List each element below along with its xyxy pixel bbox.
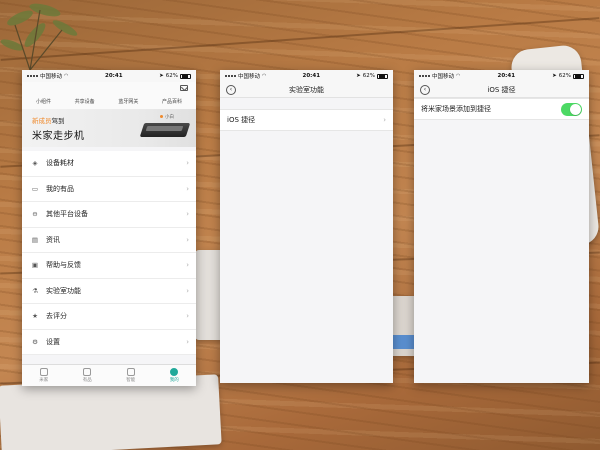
profile-tab-icon [170,368,179,376]
carrier-label: 中国移动 [238,74,261,80]
menu-item-consumables[interactable]: ◈ 设备耗材 › [22,151,196,177]
menu-item-my-youpin[interactable]: ▭ 我的有品 › [22,177,196,202]
signal-icon [419,75,430,77]
chevron-right-icon: › [186,261,189,269]
quick-entry-shared-devices[interactable]: 共享设备 [75,98,95,105]
wifi-icon: ◠ [456,73,461,79]
gear-icon: ⚙ [32,337,38,346]
status-time: 20:41 [105,73,123,79]
promo-banner[interactable]: 新成员驾到 米家走步机 小白 [22,109,196,147]
carrier-label: 中国移动 [432,74,455,80]
add-to-shortcuts-toggle[interactable] [561,103,582,116]
menu-item-label: 去评分 [46,312,67,321]
row-label: 将米家场景添加到捷径 [421,105,491,113]
carrier-label: 中国移动 [40,74,63,80]
chevron-right-icon: › [186,210,189,218]
signal-icon [27,75,38,77]
battery-icon [180,73,191,79]
tab-profile[interactable]: 我的 [170,368,179,383]
menu-item-lab-features[interactable]: ⚗ 实验室功能 › [22,279,196,304]
chevron-right-icon: › [186,159,189,167]
quick-entry-product-wiki[interactable]: 产品百科 [162,98,182,105]
star-icon: ★ [32,312,38,321]
menu-item-label: 其他平台设备 [46,210,88,219]
chevron-right-icon: › [186,184,189,193]
location-icon: ➤ [159,73,164,79]
menu-item-label: 实验室功能 [46,286,81,295]
status-bar: 中国移动 ◠ 20:41 ➤ 62% [414,70,589,82]
tab-smart[interactable]: 智能 [126,368,135,383]
page-title: iOS 捷径 [487,85,516,94]
menu-item-label: 资讯 [46,235,60,244]
menu-item-settings[interactable]: ⚙ 设置 › [22,330,196,355]
bottom-tab-bar: 米家 有品 智能 我的 [22,364,196,386]
status-bar: 中国移动 ◠ 20:41 ➤ 62% [22,70,196,82]
menu-item-label: 设备耗材 [46,159,74,168]
chevron-right-icon: › [186,312,189,320]
add-scene-to-shortcuts-row: 将米家场景添加到捷径 [414,98,589,120]
chevron-right-icon: › [383,116,386,124]
location-icon: ➤ [356,73,361,79]
banner-subtitle-rest: 驾到 [51,117,65,125]
back-icon[interactable]: ‹ [226,85,236,95]
chevron-right-icon: › [186,286,189,295]
banner-highlight: 新成员 [32,117,52,125]
signal-icon [225,75,236,77]
back-icon[interactable]: ‹ [420,85,430,95]
lab-icon: ⚗ [32,286,38,295]
chevron-right-icon: › [186,337,189,346]
tab-label: 我的 [169,378,179,383]
tab-label: 智能 [126,378,136,383]
status-bar: 中国移动 ◠ 20:41 ➤ 62% [220,70,393,82]
menu-item-rate[interactable]: ★ 去评分 › [22,304,196,330]
page-title: 实验室功能 [289,85,324,94]
shop-tab-icon [83,368,92,376]
treadmill-image [139,123,191,137]
quick-entry-bluetooth-gateway[interactable]: 蓝牙网关 [118,98,138,105]
status-time: 20:41 [302,73,321,79]
mail-icon[interactable] [180,85,188,91]
navigation-bar: ‹ iOS 捷径 [414,82,589,98]
navigation-bar: ‹ 实验室功能 [220,82,393,98]
shopping-bag-icon: ▭ [31,184,39,193]
row-label: iOS 捷径 [227,116,256,124]
tab-label: 有品 [82,378,92,383]
menu-item-label: 我的有品 [46,184,74,193]
battery-icon [377,73,388,79]
box-icon: ◈ [32,159,38,168]
profile-header [22,82,196,96]
home-tab-icon [39,368,48,376]
wifi-icon: ◠ [64,73,69,79]
status-time: 20:41 [497,73,516,79]
phone-screen-ios-shortcuts: 中国移动 ◠ 20:41 ➤ 62% ‹ iOS 捷径 将米家场景添加到捷径 [414,70,589,383]
battery-percent: 62% [362,73,375,79]
menu-item-other-platform-devices[interactable]: ⊖ 其他平台设备 › [22,202,196,228]
tab-youpin[interactable]: 有品 [83,368,92,383]
tab-label: 米家 [39,378,49,383]
menu-item-label: 帮助与反馈 [46,261,81,270]
platform-icon: ⊖ [32,210,38,219]
profile-menu: ◈ 设备耗材 › ▭ 我的有品 › ⊖ 其他平台设备 › ▤ 资讯 › ▣ 帮助… [22,151,196,355]
battery-percent: 62% [558,73,571,79]
quick-entry-row: 小组件 共享设备 蓝牙网关 产品百科 [22,96,196,109]
menu-item-news[interactable]: ▤ 资讯 › [22,228,196,253]
quick-entry-widgets[interactable]: 小组件 [36,98,51,105]
chevron-right-icon: › [186,235,189,244]
plant-decoration [0,3,78,70]
help-icon: ▣ [31,261,39,270]
menu-item-label: 设置 [46,337,60,346]
phone-screen-lab-features: 中国移动 ◠ 20:41 ➤ 62% ‹ 实验室功能 iOS 捷径 › [220,70,393,383]
wifi-icon: ◠ [262,73,267,79]
battery-icon [573,73,584,79]
news-icon: ▤ [31,235,39,244]
ios-shortcuts-row[interactable]: iOS 捷径 › [220,109,393,131]
menu-item-help-feedback[interactable]: ▣ 帮助与反馈 › [22,253,196,279]
battery-percent: 62% [165,73,178,79]
phone-screen-profile: 中国移动 ◠ 20:41 ➤ 62% 小组件 共享设备 蓝牙网关 产品百科 新成… [22,70,196,386]
location-icon: ➤ [552,73,557,79]
tab-mijia[interactable]: 米家 [39,368,48,383]
smart-tab-icon [126,368,135,376]
banner-logo: 小白 [160,114,174,120]
